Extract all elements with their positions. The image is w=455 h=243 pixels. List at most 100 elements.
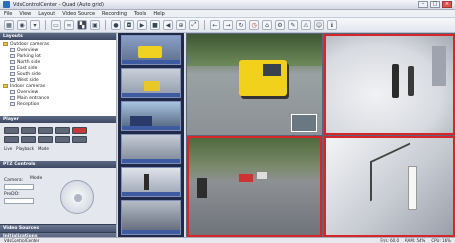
video-sources-title: Video Sources <box>3 226 40 231</box>
layout-icon <box>10 102 15 106</box>
record-icon[interactable]: ● <box>111 20 121 30</box>
lock-icon[interactable]: ⌂ <box>262 20 272 30</box>
camera-icon[interactable]: ◉ <box>17 20 27 30</box>
chain-icon[interactable]: ∞ <box>64 20 74 30</box>
status-fps: Fr/s: 60.0 <box>380 238 400 243</box>
ptz-mode-label: Mode <box>30 176 43 181</box>
ptz-panel-header[interactable]: PTZ Controls <box>0 161 116 168</box>
layout-icon <box>10 72 15 76</box>
camera-view-main-entrance[interactable] <box>324 136 455 237</box>
record-button[interactable] <box>72 127 87 134</box>
camera-select[interactable] <box>4 184 34 190</box>
menu-tools[interactable]: Tools <box>134 11 146 17</box>
rewind-icon[interactable]: ◀ <box>163 20 173 30</box>
minimize-button[interactable]: – <box>418 1 428 8</box>
menu-recording[interactable]: Recording <box>102 11 127 17</box>
player-button[interactable] <box>55 127 70 134</box>
menu-layout[interactable]: Layout <box>38 11 55 17</box>
sequence-thumbnail[interactable] <box>121 35 181 65</box>
menu-view[interactable]: View <box>19 11 31 17</box>
person-shape <box>408 66 414 96</box>
monitor-icon[interactable]: ▭ <box>51 20 61 30</box>
close-button[interactable]: × <box>442 1 452 8</box>
camera-view-street[interactable] <box>187 136 322 237</box>
camera-view-parking-lot[interactable] <box>187 34 322 135</box>
fullscreen-icon[interactable]: ⤢ <box>189 20 199 30</box>
stair-railing <box>370 142 410 202</box>
play-icon[interactable]: ▶ <box>137 20 147 30</box>
status-bar: VdsControlCenter Fr/s: 60.0 RAM: 54% CPU… <box>0 237 455 243</box>
toolbar-separator <box>45 20 46 30</box>
preset-select[interactable] <box>4 198 34 204</box>
menu-file[interactable]: File <box>4 11 12 17</box>
forward-icon[interactable]: → <box>223 20 233 30</box>
thumbnail-caption-bar <box>122 230 180 234</box>
layout-icon <box>10 54 15 58</box>
mode-playback[interactable]: Playback <box>16 146 34 151</box>
camera-label: Camera: <box>4 178 24 183</box>
sequence-thumbnail[interactable] <box>121 167 181 197</box>
thumbnail-caption-bar <box>122 192 180 196</box>
ptz-panel: Mode Camera: PreDO: <box>0 168 116 224</box>
single-layout-icon[interactable]: ▣ <box>90 20 100 30</box>
zoom-icon[interactable]: ⊕ <box>176 20 186 30</box>
preset-label: PreDO: <box>4 192 20 197</box>
info-icon[interactable]: ℹ <box>327 20 337 30</box>
user-icon[interactable]: ☺ <box>314 20 324 30</box>
folder-icon <box>3 42 8 46</box>
sequence-thumbnail[interactable] <box>121 101 181 131</box>
app-logo-icon <box>3 1 10 8</box>
picture-in-picture[interactable] <box>291 114 317 132</box>
ptz-joystick[interactable] <box>60 180 94 214</box>
tree-item-label: Overview <box>17 89 39 95</box>
mode-live[interactable]: Live <box>4 146 12 151</box>
maximize-button[interactable]: □ <box>430 1 440 8</box>
ptz-center-button[interactable] <box>74 194 82 202</box>
player-button[interactable] <box>21 136 36 143</box>
menu-bar: File View Layout Video Source Recording … <box>0 10 455 18</box>
tree-item[interactable]: Reception <box>3 101 116 107</box>
player-button[interactable] <box>4 127 19 134</box>
layouts-panel-header[interactable]: Layouts <box>0 33 116 40</box>
car-shape <box>130 116 152 126</box>
menu-help[interactable]: Help <box>153 11 164 17</box>
wrench-icon[interactable]: ✎ <box>288 20 298 30</box>
toolbar-separator <box>204 20 205 30</box>
layout-icon <box>10 66 15 70</box>
player-button[interactable] <box>21 127 36 134</box>
mode-mode[interactable]: Mode <box>38 146 49 151</box>
quad-layout-icon[interactable]: ▚ <box>77 20 87 30</box>
video-sources-header[interactable]: Video Sources <box>0 224 116 232</box>
stop-icon[interactable]: ■ <box>150 20 160 30</box>
menu-video-source[interactable]: Video Source <box>62 11 95 17</box>
clock-icon[interactable]: ◷ <box>249 20 259 30</box>
back-icon[interactable]: ← <box>210 20 220 30</box>
player-button[interactable] <box>38 127 53 134</box>
layout-dropdown-icon[interactable]: ▾ <box>30 20 40 30</box>
player-button[interactable] <box>72 136 87 143</box>
player-panel-header[interactable]: Player <box>0 116 116 123</box>
grid-view-icon[interactable]: ▦ <box>4 20 14 30</box>
refresh-icon[interactable]: ↻ <box>236 20 246 30</box>
status-metrics: Fr/s: 60.0 RAM: 54% CPU: 16% <box>380 238 451 243</box>
thumbnail-caption-bar <box>122 60 180 64</box>
settings-icon[interactable]: ⚙ <box>275 20 285 30</box>
player-button[interactable] <box>38 136 53 143</box>
sequence-thumbnail[interactable] <box>121 134 181 164</box>
title-bar: VdsControlCenter - Quad (Auto grid) – □ … <box>0 0 455 10</box>
left-panel: Layouts Outdoor cameras Overview Parking… <box>0 33 117 240</box>
sequence-thumbnail[interactable] <box>121 68 181 98</box>
camera-view-reception[interactable] <box>324 34 455 135</box>
snapshot-icon[interactable]: ◘ <box>124 20 134 30</box>
layouts-tree: Outdoor cameras Overview Parking lot Nor… <box>0 40 116 116</box>
alert-icon[interactable]: ⚠ <box>301 20 311 30</box>
sequence-thumbnail[interactable] <box>121 200 181 235</box>
car-shape <box>257 172 267 179</box>
player-button[interactable] <box>55 136 70 143</box>
doorway <box>432 46 446 86</box>
status-cpu: CPU: 16% <box>431 238 451 243</box>
status-ram: RAM: 54% <box>405 238 426 243</box>
van-shape <box>138 46 162 58</box>
player-button[interactable] <box>4 136 19 143</box>
tree-item-label: Main entrance <box>17 95 50 101</box>
